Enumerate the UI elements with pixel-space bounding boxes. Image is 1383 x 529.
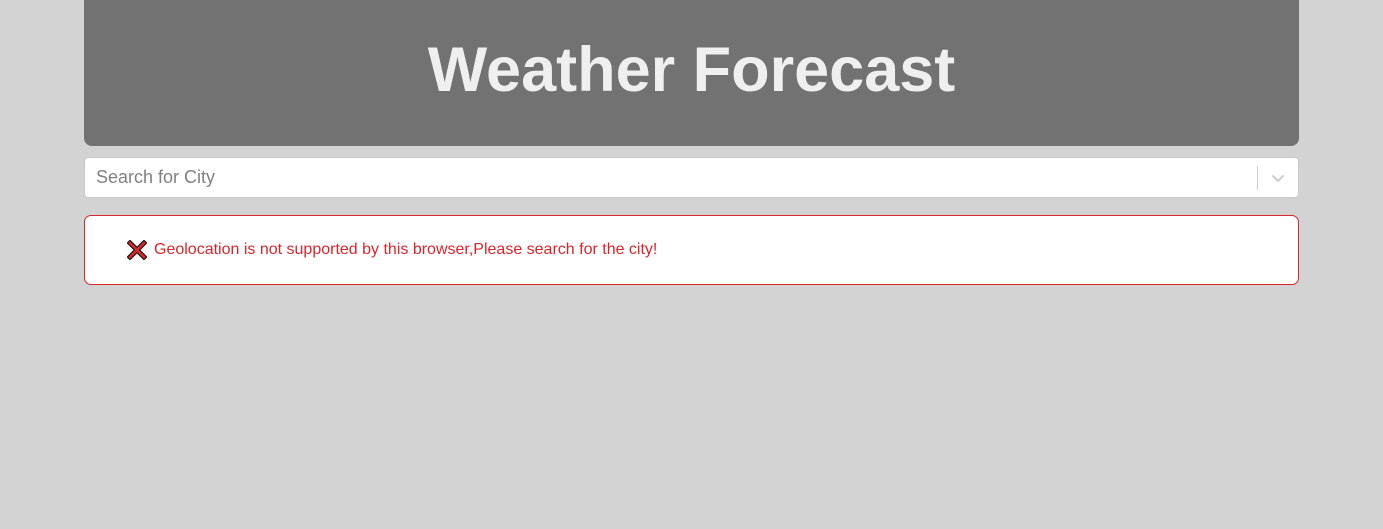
search-placeholder[interactable]: Search for City xyxy=(85,167,1257,188)
city-search-select[interactable]: Search for City xyxy=(84,157,1299,198)
error-alert: Geolocation is not supported by this bro… xyxy=(84,215,1299,285)
page-header: Weather Forecast xyxy=(84,0,1299,146)
page-title: Weather Forecast xyxy=(427,35,956,105)
chevron-down-icon[interactable] xyxy=(1258,158,1298,197)
close-x-icon xyxy=(127,240,147,260)
error-message: Geolocation is not supported by this bro… xyxy=(154,241,658,258)
app-container: Weather Forecast Search for City Geoloca… xyxy=(84,0,1299,285)
